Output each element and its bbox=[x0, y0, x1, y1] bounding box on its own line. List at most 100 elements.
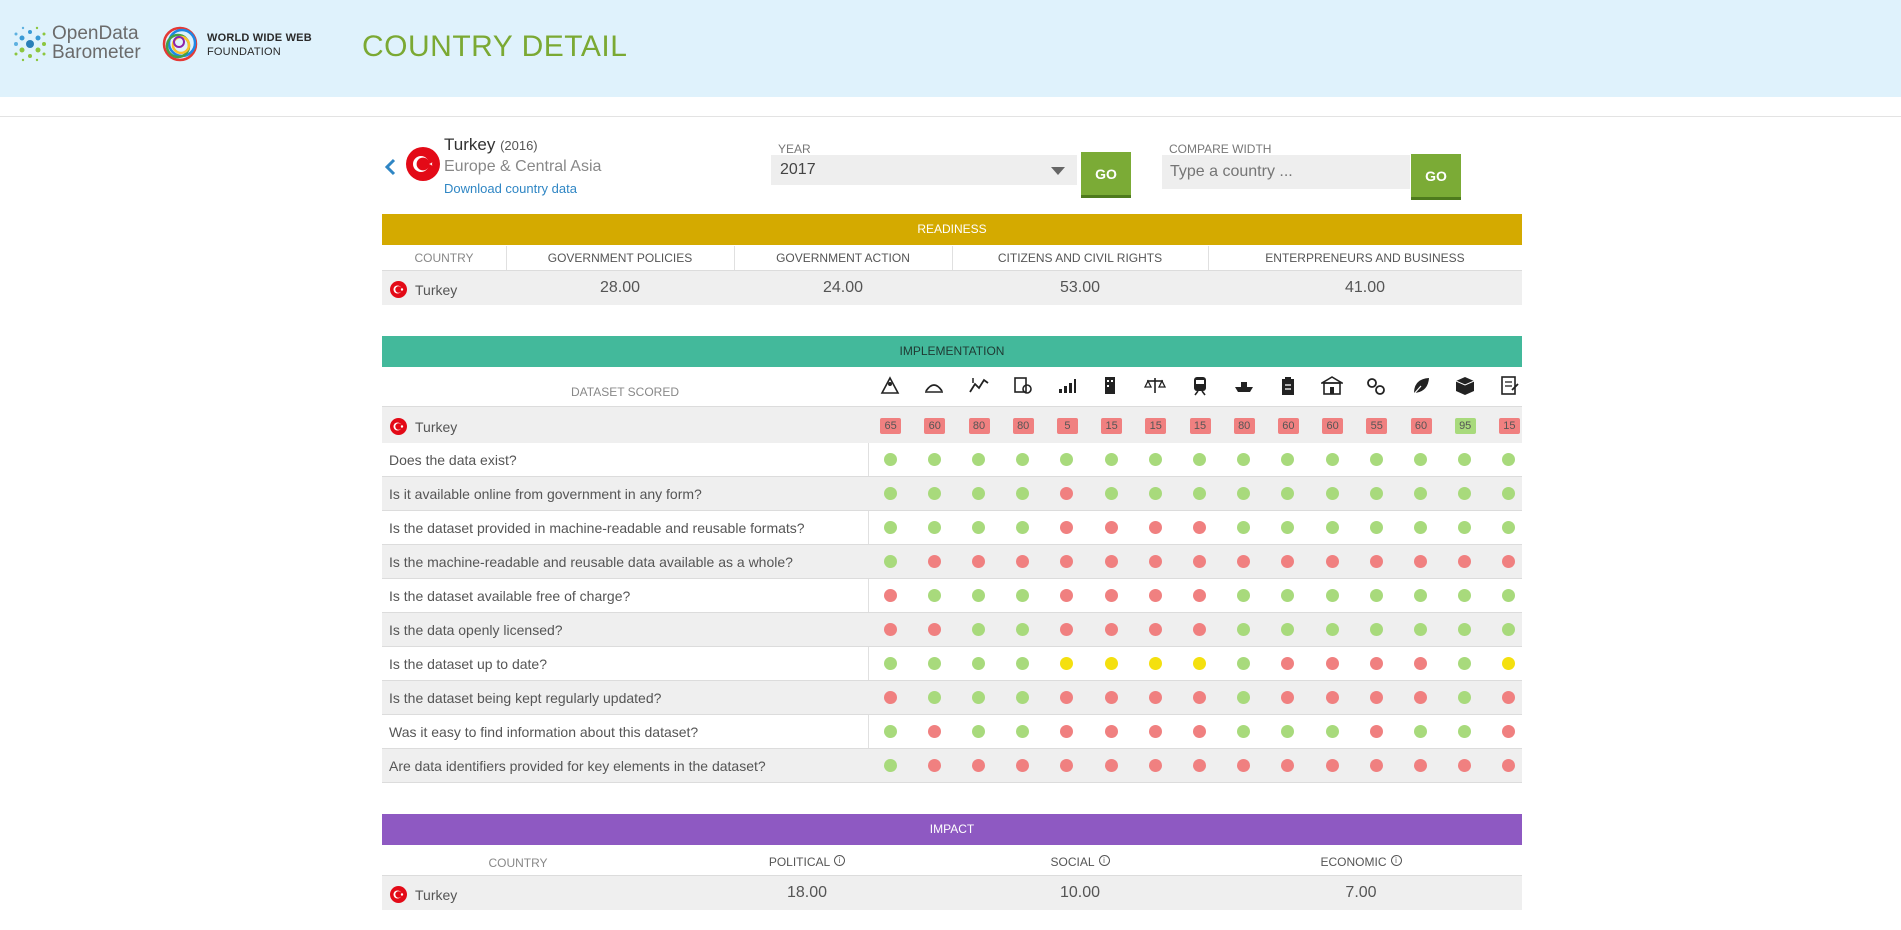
bar-chart-icon[interactable] bbox=[1056, 375, 1078, 397]
readiness-bar: READINESS bbox=[382, 214, 1522, 245]
readiness-col-country: COUNTRY bbox=[414, 251, 474, 265]
answer-dot bbox=[1458, 521, 1472, 534]
impact-bar: IMPACT bbox=[382, 814, 1522, 845]
answer-dot bbox=[1148, 487, 1162, 500]
answer-dot bbox=[1016, 453, 1030, 466]
dataset-score-badge: 15 bbox=[1498, 418, 1520, 434]
answer-dot bbox=[972, 759, 985, 772]
answer-dot bbox=[883, 521, 897, 534]
turkey-flag-icon bbox=[390, 418, 407, 435]
implementation-bar: IMPLEMENTATION bbox=[382, 336, 1522, 367]
readiness-col-entrepreneurs: ENTERPRENEURS AND BUSINESS bbox=[1265, 251, 1465, 265]
answer-dot bbox=[1193, 759, 1206, 772]
readiness-score-gov-action: 24.00 bbox=[822, 279, 864, 296]
scales-icon[interactable] bbox=[1144, 375, 1167, 397]
world-wide-web-foundation-logo[interactable]: WORLD WIDE WEB FOUNDATION bbox=[160, 24, 320, 66]
row-divider bbox=[382, 714, 1522, 715]
answer-dot bbox=[927, 623, 941, 636]
answer-dot bbox=[927, 555, 941, 568]
answer-dot bbox=[1193, 657, 1206, 670]
leaf-icon[interactable] bbox=[1410, 375, 1432, 397]
building-icon[interactable] bbox=[1100, 375, 1122, 397]
odb-dots-icon bbox=[14, 26, 46, 62]
info-icon[interactable]: i bbox=[834, 855, 846, 866]
answer-dot bbox=[1369, 589, 1383, 602]
answer-dot bbox=[1325, 453, 1339, 466]
budget-icon[interactable] bbox=[1012, 375, 1034, 397]
map-icon[interactable] bbox=[879, 375, 901, 397]
readiness-col-gov-policies: GOVERNMENT POLICIES bbox=[547, 251, 693, 265]
answer-dot bbox=[1325, 657, 1339, 670]
implementation-row-country: Turkey bbox=[415, 419, 458, 435]
land-icon[interactable] bbox=[923, 375, 945, 397]
dataset-score-badge: 60 bbox=[1322, 418, 1344, 434]
box-icon[interactable] bbox=[1454, 375, 1476, 397]
answer-dot bbox=[883, 487, 897, 500]
impact-col-economic: ECONOMIC i bbox=[1200, 855, 1522, 869]
answer-dot bbox=[1414, 657, 1427, 670]
year-select[interactable]: 2017 bbox=[771, 155, 1077, 185]
dataset-score-badge: 80 bbox=[1233, 418, 1255, 434]
dataset-score-badge: 65 bbox=[880, 418, 902, 434]
impact-row-country: Turkey bbox=[415, 887, 458, 903]
answer-dot bbox=[972, 725, 985, 738]
www-logo-line1: WORLD WIDE WEB bbox=[207, 32, 312, 44]
document-icon[interactable] bbox=[1498, 375, 1520, 397]
back-chevron-icon[interactable] bbox=[382, 157, 398, 177]
answer-dot bbox=[1281, 589, 1295, 602]
compare-country-input[interactable] bbox=[1162, 155, 1410, 189]
compare-go-button[interactable]: GO bbox=[1411, 154, 1461, 200]
answer-dot bbox=[1193, 725, 1206, 738]
readiness-score-entrepreneurs: 41.00 bbox=[1344, 279, 1386, 296]
country-year: (2016) bbox=[500, 138, 538, 153]
answer-dot bbox=[1148, 521, 1162, 534]
answer-dot bbox=[1502, 657, 1516, 670]
answer-dot bbox=[1237, 657, 1251, 670]
impact-col-social: SOCIAL i bbox=[960, 855, 1200, 869]
stock-chart-icon[interactable] bbox=[968, 375, 990, 397]
row-divider bbox=[382, 510, 1522, 511]
question-text: Is the dataset up to date? bbox=[389, 656, 548, 672]
health-icon[interactable] bbox=[1365, 375, 1387, 397]
answer-dot bbox=[1060, 657, 1074, 670]
answer-dot bbox=[883, 725, 897, 738]
answer-dot bbox=[1325, 725, 1339, 738]
train-icon[interactable] bbox=[1189, 375, 1211, 397]
answer-dot bbox=[1193, 555, 1206, 568]
answer-dot bbox=[1325, 589, 1339, 602]
row-divider bbox=[382, 578, 1522, 579]
download-country-data-link[interactable]: Download country data bbox=[444, 181, 577, 196]
answer-dot bbox=[1104, 657, 1118, 670]
answer-dot bbox=[972, 487, 985, 500]
answer-dot bbox=[1414, 555, 1427, 568]
answer-dot bbox=[1325, 555, 1339, 568]
implementation-country-row bbox=[382, 407, 1522, 443]
dataset-score-badge: 15 bbox=[1189, 418, 1211, 434]
open-data-barometer-logo[interactable]: OpenData Barometer bbox=[10, 22, 150, 64]
year-go-button[interactable]: GO bbox=[1081, 152, 1131, 198]
answer-dot bbox=[1193, 487, 1206, 500]
answer-dot bbox=[1369, 759, 1383, 772]
answer-dot bbox=[1237, 521, 1251, 534]
answer-dot bbox=[927, 657, 941, 670]
answer-dot bbox=[1414, 623, 1427, 636]
odb-logo-line2: Barometer bbox=[52, 42, 141, 63]
info-icon[interactable]: i bbox=[1098, 855, 1110, 866]
dataset-score-badge: 15 bbox=[1101, 418, 1123, 434]
answer-dot bbox=[972, 589, 985, 602]
year-label: YEAR bbox=[778, 142, 811, 156]
school-icon[interactable] bbox=[1319, 375, 1345, 397]
answer-dot bbox=[1281, 453, 1295, 466]
answer-dot bbox=[1458, 589, 1472, 602]
answer-dot bbox=[1193, 589, 1206, 602]
clipboard-icon[interactable] bbox=[1277, 375, 1299, 397]
answer-dot bbox=[1016, 657, 1030, 670]
answer-dot bbox=[1414, 589, 1427, 602]
question-text: Is the data openly licensed? bbox=[389, 622, 563, 638]
country-name-text: Turkey bbox=[444, 135, 496, 154]
ship-icon[interactable] bbox=[1233, 375, 1255, 397]
answer-dot bbox=[1148, 589, 1162, 602]
answer-dot bbox=[883, 691, 897, 704]
info-icon[interactable]: i bbox=[1390, 855, 1402, 866]
question-text: Is the dataset being kept regularly upda… bbox=[389, 690, 662, 706]
